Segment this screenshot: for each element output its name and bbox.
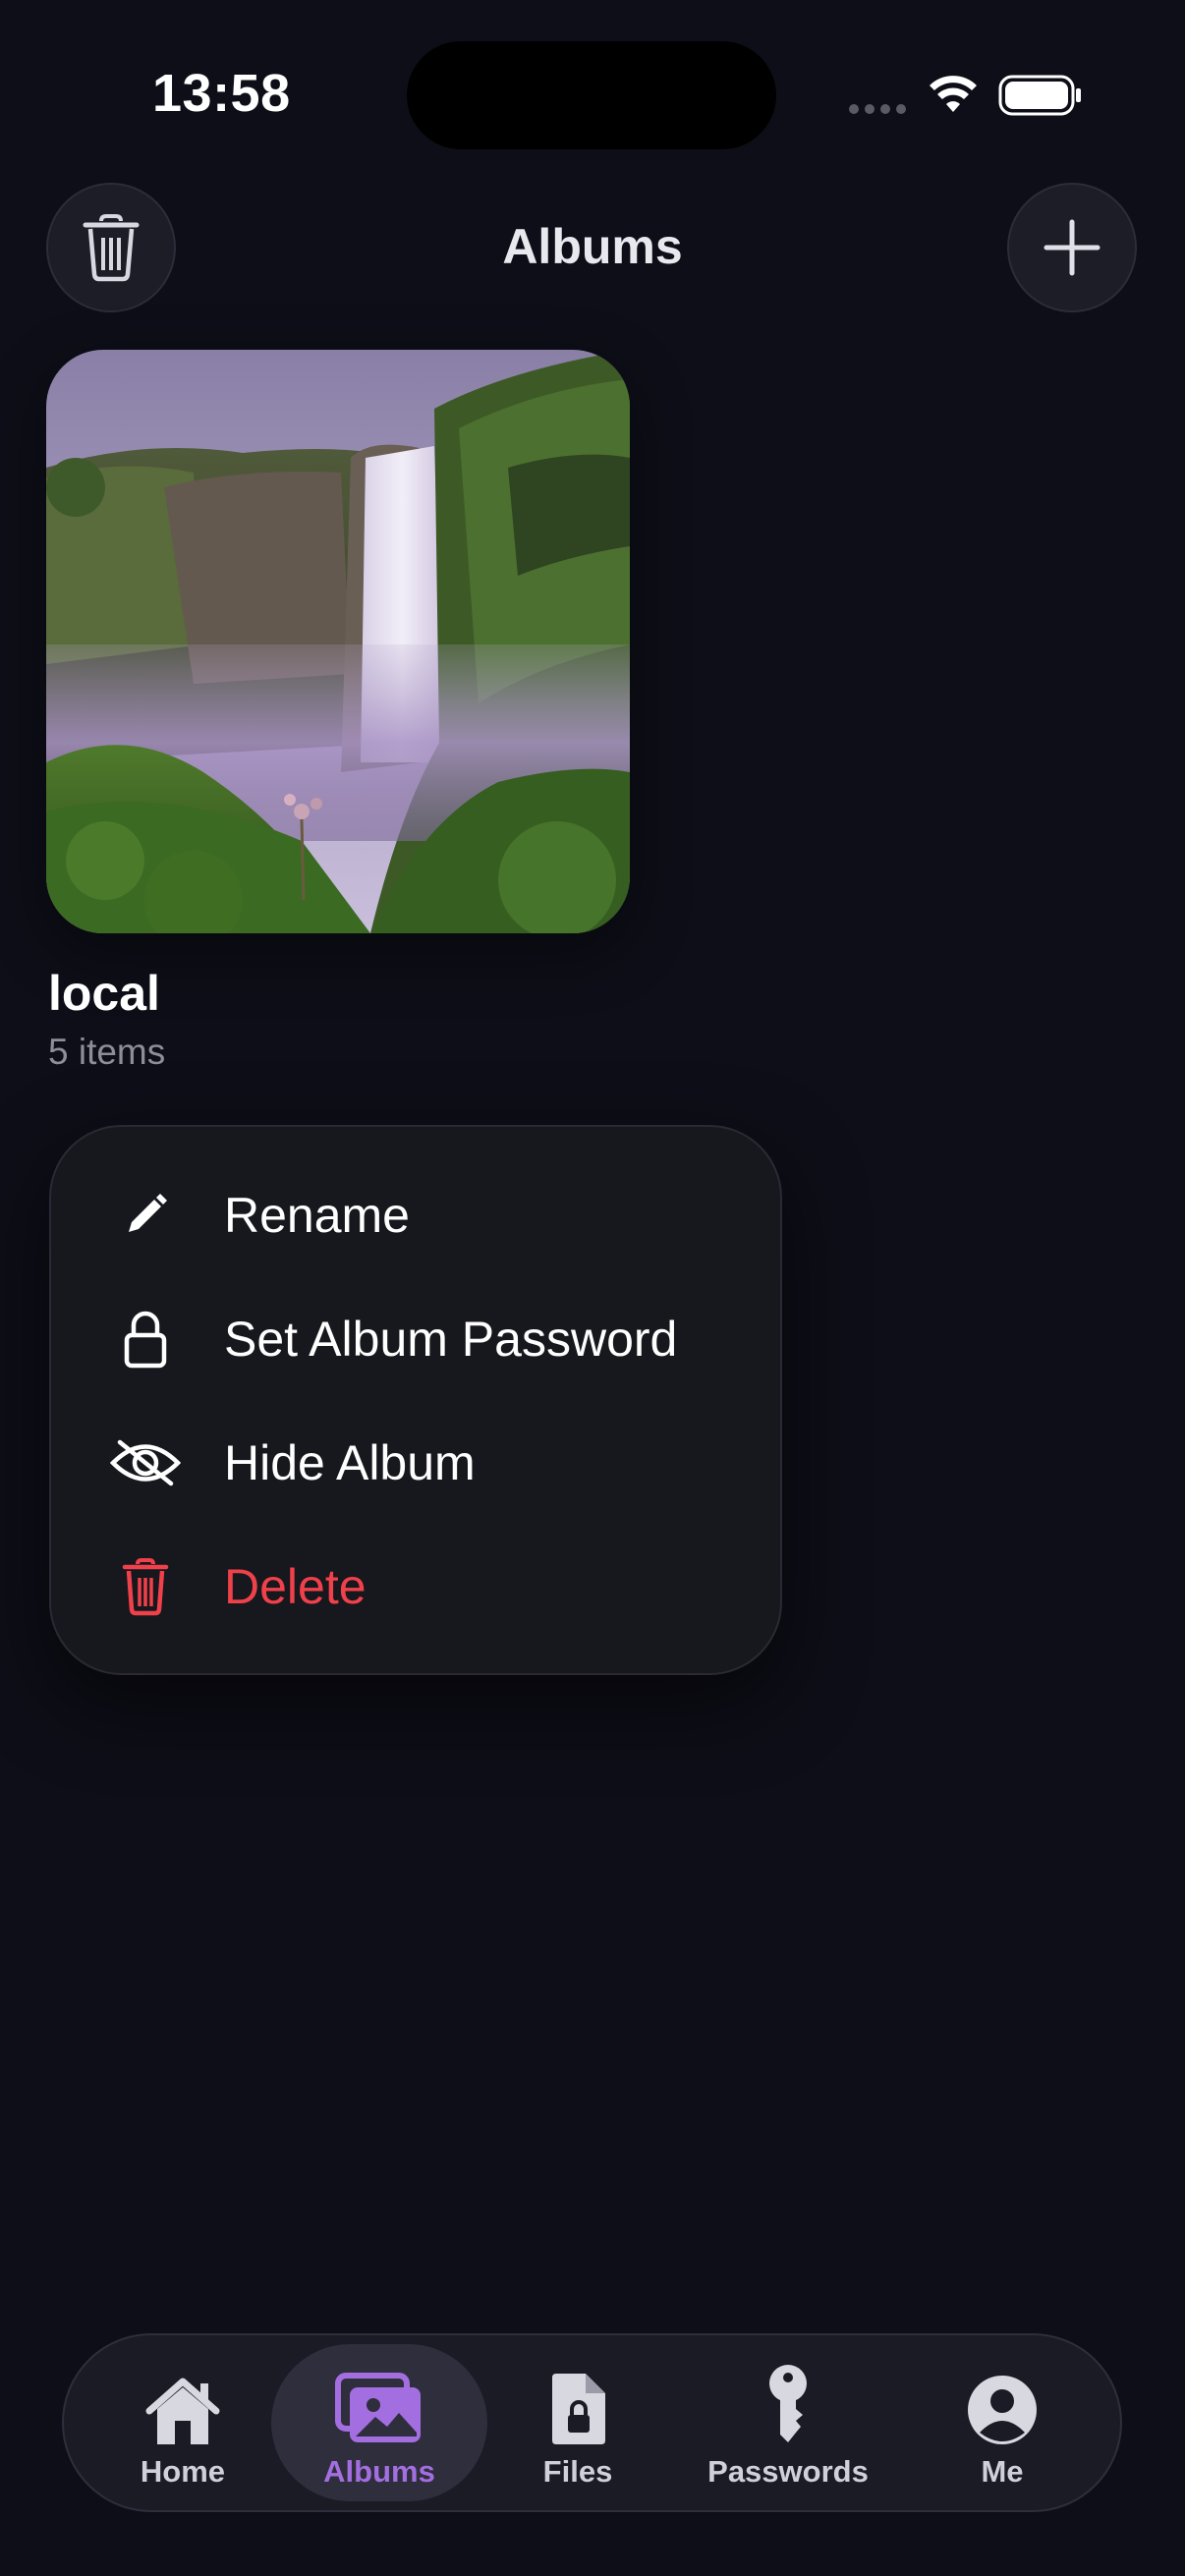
key-icon: [763, 2364, 813, 2446]
albums-screen: 13:58 Albums local 5 items Rename Set Al…: [0, 0, 1185, 2576]
trash-icon: [108, 1549, 183, 1624]
menu-item-set-album-password[interactable]: Set Album Password: [49, 1280, 782, 1398]
tab-home[interactable]: Home: [124, 2344, 242, 2501]
tab-label: Passwords: [707, 2454, 869, 2489]
house-icon: [143, 2364, 222, 2446]
tab-passwords[interactable]: Passwords: [702, 2344, 875, 2501]
menu-item-delete[interactable]: Delete: [49, 1528, 782, 1646]
album-name: local: [48, 966, 160, 1021]
eye-slash-icon: [108, 1426, 183, 1500]
battery-icon: [998, 75, 1081, 116]
photos-icon: [334, 2364, 424, 2446]
menu-item-label: Rename: [224, 1188, 410, 1243]
menu-item-hide-album[interactable]: Hide Album: [49, 1404, 782, 1522]
menu-item-label: Delete: [224, 1559, 367, 1614]
person-circle-icon: [966, 2364, 1039, 2446]
tab-label: Files: [542, 2454, 613, 2489]
plus-icon: [1044, 219, 1100, 276]
tab-me[interactable]: Me: [943, 2344, 1061, 2501]
status-time: 13:58: [152, 64, 291, 123]
tab-albums[interactable]: Albums: [271, 2344, 487, 2501]
cellular-signal-icon: [849, 104, 906, 114]
menu-item-label: Hide Album: [224, 1435, 476, 1490]
add-album-button[interactable]: [1007, 183, 1137, 312]
tab-label: Home: [140, 2454, 226, 2489]
menu-item-label: Set Album Password: [224, 1312, 678, 1367]
lock-icon: [108, 1302, 183, 1376]
tab-files[interactable]: Files: [521, 2344, 635, 2501]
dynamic-island: [407, 41, 776, 149]
locked-file-icon: [548, 2364, 607, 2446]
wifi-icon: [930, 76, 977, 112]
waterfall-image: [46, 350, 630, 933]
tab-label: Albums: [323, 2454, 435, 2489]
tab-label: Me: [981, 2454, 1024, 2489]
menu-item-rename[interactable]: Rename: [49, 1156, 782, 1274]
album-thumbnail[interactable]: [46, 350, 630, 933]
album-item-count: 5 items: [48, 1032, 166, 1072]
pencil-icon: [108, 1178, 183, 1253]
